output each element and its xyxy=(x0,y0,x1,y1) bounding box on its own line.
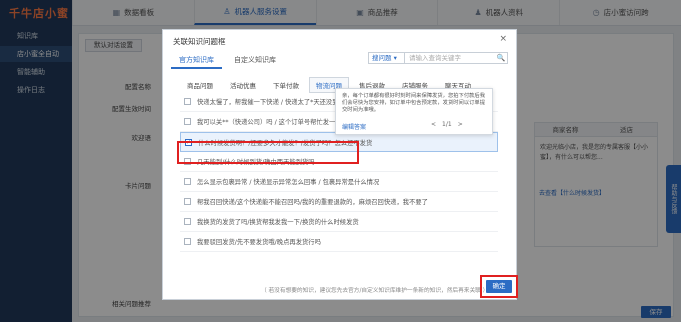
chevron-right-icon[interactable]: > xyxy=(458,121,463,128)
question-text: 我要驳回发货/先不要发货哦/晚点再发货行吗 xyxy=(197,239,321,246)
edit-answer-link[interactable]: 编辑答案 xyxy=(342,122,366,131)
category-promotion[interactable]: 活动优惠 xyxy=(223,77,263,93)
question-text: 我换货的发货了吗/换货帮我发我一下/换货的什么时候发货 xyxy=(197,219,359,226)
category-payment[interactable]: 下单付款 xyxy=(266,77,306,93)
question-text: 帮我召回快递/这个快递能不能召回吗/我的的重要退款的，麻烦召回快递，我不要了 xyxy=(197,199,428,206)
checkbox[interactable] xyxy=(184,238,191,245)
checkbox[interactable] xyxy=(184,118,191,125)
question-item[interactable]: 帮我召回快递/这个快递能不能召回吗/我的的重要退款的，麻烦召回快递，我不要了 xyxy=(180,192,498,212)
link-knowledge-modal: 关联知识问题框 × 官方知识库 自定义知识库 搜问题 ▾ 请输入查询关键字 🔍 … xyxy=(162,29,518,300)
answer-preview-popup: 亲，每个订单都有很好时刻时间来保障发货，您拍下付款后我们会尽快为您安排，如订单中… xyxy=(335,88,493,135)
category-product[interactable]: 商品问题 xyxy=(180,77,220,93)
selected-question-highlight xyxy=(177,141,359,164)
search-type-label: 搜问题 xyxy=(372,54,392,62)
page-indicator: 1/1 xyxy=(442,121,452,128)
answer-pager: < 1/1 > xyxy=(431,121,463,128)
search-input[interactable]: 请输入查询关键字 xyxy=(405,53,495,63)
question-item[interactable]: 我要驳回发货/先不要发货哦/晚点再发货行吗 xyxy=(180,232,498,252)
search-box: 搜问题 ▾ 请输入查询关键字 🔍 xyxy=(368,52,508,64)
chevron-down-icon: ▾ xyxy=(393,54,397,62)
question-text: 怎么显示包裹异常 / 快递显示异常怎么回事 / 包裹异常是什么情况 xyxy=(197,179,380,186)
footer-note: （ 若没有想要的知识，建议您先去官方/自定义知识库维护一条新的知识，然后再来关联… xyxy=(261,288,489,294)
modal-title: 关联知识问题框 xyxy=(173,37,226,46)
confirm-button-highlight xyxy=(480,275,518,298)
question-item[interactable]: 我换货的发货了吗/换货帮我发我一下/换货的什么时候发货 xyxy=(180,212,498,232)
tab-custom-knowledge[interactable]: 自定义知识库 xyxy=(226,53,284,69)
checkbox[interactable] xyxy=(184,98,191,105)
close-icon[interactable]: × xyxy=(499,34,507,44)
checkbox[interactable] xyxy=(184,198,191,205)
search-type-select[interactable]: 搜问题 ▾ xyxy=(369,53,405,63)
tab-official-knowledge[interactable]: 官方知识库 xyxy=(171,53,222,69)
search-icon[interactable]: 🔍 xyxy=(495,53,507,63)
chevron-left-icon[interactable]: < xyxy=(431,121,436,128)
modal-tabs: 官方知识库 自定义知识库 xyxy=(171,53,284,69)
answer-text: 亲，每个订单都有很好时刻时间来保障发货，您拍下付款后我们会尽快为您安排，如订单中… xyxy=(342,93,486,113)
checkbox[interactable] xyxy=(184,218,191,225)
question-item[interactable]: 怎么显示包裹异常 / 快递显示异常怎么回事 / 包裹异常是什么情况 xyxy=(180,172,498,192)
checkbox[interactable] xyxy=(184,178,191,185)
